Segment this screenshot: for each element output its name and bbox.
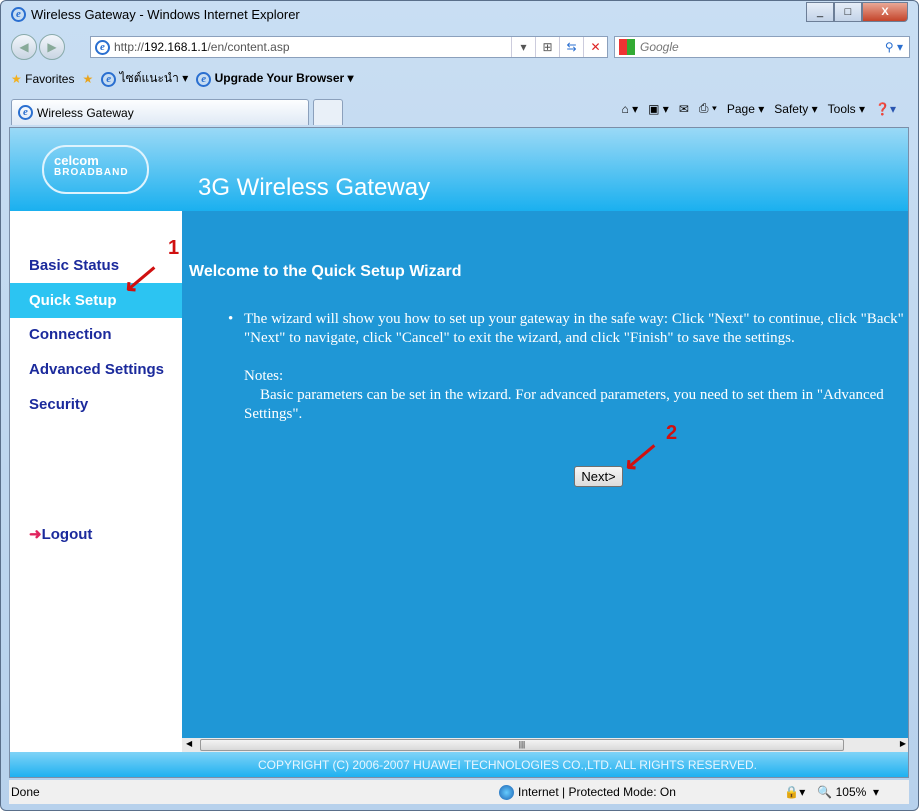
scroll-left-icon[interactable]: ◀ [186,739,192,748]
sidebar-item-advanced-settings[interactable]: Advanced Settings [10,352,182,387]
scrollbar-thumb[interactable]: ||| [200,739,844,751]
notes-text: Basic parameters can be set in the wizar… [244,387,884,422]
celcom-logo: celcom BROADBAND [42,145,149,194]
maximize-button[interactable]: □ [834,2,862,22]
tools-menu[interactable]: Tools ▾ [828,102,865,116]
app-title: 3G Wireless Gateway [198,174,431,201]
fav-link-suggested[interactable]: e ไซต์แนะนำ ▾ [101,69,188,88]
print-icon[interactable]: ⎙ ▾ [699,101,717,116]
search-placeholder: Google [640,40,679,54]
help-icon[interactable]: ❓▾ [875,102,896,116]
ie-icon: e [18,105,33,120]
logout-icon: ➜ [29,526,42,543]
back-button[interactable]: ◀ [11,34,37,60]
close-button[interactable]: X [862,2,908,22]
status-bar: Done Internet | Protected Mode: On 🔒▾ 🔍 1… [9,780,909,804]
tab-wireless-gateway[interactable]: e Wireless Gateway [11,99,309,125]
notes-label: Notes: [244,368,284,384]
dropdown-icon[interactable]: ▾ [511,37,535,57]
zoom-control[interactable]: 🔍 105% ▾ [817,785,879,799]
ie-icon: e [11,7,26,22]
sidebar-item-connection[interactable]: Connection [10,317,182,352]
safety-menu[interactable]: Safety ▾ [774,102,817,116]
page-header: celcom BROADBAND 3G Wireless Gateway [10,128,908,211]
scroll-right-icon[interactable]: ▶ [900,739,906,748]
annotation-1: 1 [168,237,180,259]
logout-link[interactable]: ➜Logout [29,525,92,543]
favorites-bar: ★ Favorites ★ e ไซต์แนะนำ ▾ e Upgrade Yo… [11,69,354,88]
address-bar[interactable]: e http://192.168.1.1/en/content.asp ▾ ⊞ ⇆ ✕ [90,36,608,58]
wizard-description: • The wizard will show you how to set up… [228,310,909,424]
compat-view-icon[interactable]: ⊞ [535,37,559,57]
favorites-button[interactable]: ★ Favorites [11,72,74,86]
forward-button[interactable]: ▶ [39,34,65,60]
page-content: celcom BROADBAND 3G Wireless Gateway Basi… [9,127,909,778]
next-button[interactable]: Next> [574,466,623,487]
home-icon[interactable]: ⌂ ▾ [622,102,639,116]
page-icon: e [95,39,110,55]
security-zone[interactable]: Internet | Protected Mode: On [499,784,676,800]
url-text: http://192.168.1.1/en/content.asp [114,40,290,54]
search-icon[interactable]: ⚲ ▾ [885,40,903,54]
minimize-button[interactable]: _ [806,2,834,22]
annotation-2: 2 [666,422,678,444]
main-panel: Welcome to the Quick Setup Wizard • The … [182,211,909,738]
mail-icon[interactable]: ✉ [679,102,689,116]
fav-link-upgrade[interactable]: e Upgrade Your Browser ▾ [196,71,354,87]
google-icon [619,39,635,55]
globe-icon [499,784,514,800]
horizontal-scrollbar[interactable]: ◀ ||| ▶ [182,738,908,752]
window-title: Wireless Gateway - Windows Internet Expl… [31,7,300,22]
refresh-icon[interactable]: ⇆ [559,37,583,57]
new-tab-button[interactable] [313,99,343,125]
popup-blocker-icon[interactable]: 🔒▾ [784,785,805,799]
footer: COPYRIGHT (C) 2006-2007 HUAWEI TECHNOLOG… [10,752,908,777]
title-bar: e Wireless Gateway - Windows Internet Exp… [11,7,300,22]
feeds-icon[interactable]: ▣ ▾ [648,102,669,116]
sidebar: Basic Status Quick Setup Connection Adva… [10,211,182,738]
wizard-title: Welcome to the Quick Setup Wizard [189,263,462,280]
wizard-text: The wizard will show you how to set up y… [244,311,909,346]
add-favorite-icon[interactable]: ★ [82,72,93,86]
status-text: Done [11,785,40,799]
stop-icon[interactable]: ✕ [583,37,607,57]
sidebar-item-security[interactable]: Security [10,387,182,422]
page-menu[interactable]: Page ▾ [727,102,764,116]
sidebar-item-quick-setup[interactable]: Quick Setup [10,283,182,318]
search-box[interactable]: Google ⚲ ▾ [614,36,910,58]
star-icon: ★ [11,71,22,86]
annotation-arrow-icon: ⟵ [616,432,665,480]
